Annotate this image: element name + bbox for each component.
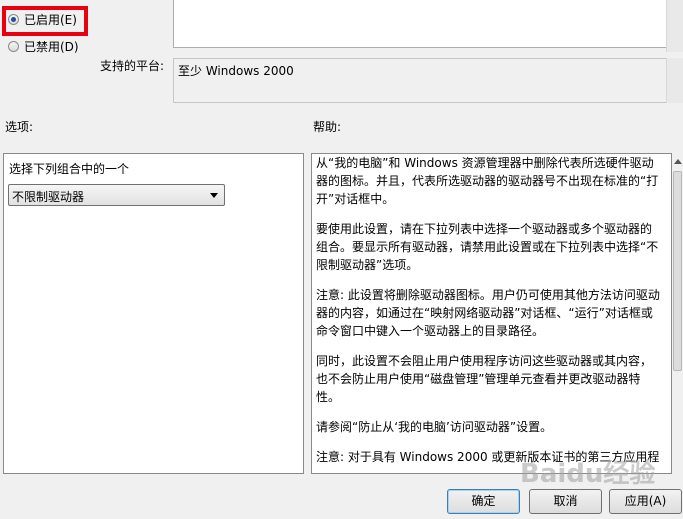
red-highlight-box: [2, 6, 88, 36]
disabled-radio-option[interactable]: 已禁用(D): [8, 38, 79, 54]
scroll-up-icon[interactable]: [674, 159, 682, 164]
combo-label: 选择下列组合中的一个: [9, 162, 130, 176]
disabled-radio-button[interactable]: [8, 40, 19, 52]
help-heading: 帮助:: [313, 120, 342, 134]
help-paragraph: 从“我的电脑”和 Windows 资源管理器中删除代表所选硬件驱动器的图标。并且…: [316, 156, 659, 206]
help-paragraph: 同时，此设置不会阻止用户使用程序访问这些驱动器或其内容，也不会防止用户使用“磁盘…: [316, 354, 653, 404]
cancel-button[interactable]: 取消: [529, 489, 602, 514]
comment-scrollbar[interactable]: [666, 0, 683, 52]
scroll-thumb[interactable]: [673, 171, 682, 371]
platform-scrollbar[interactable]: [666, 58, 683, 103]
platform-value: 至少 Windows 2000: [178, 64, 294, 78]
watermark-text: Baidu经验: [520, 459, 656, 489]
disabled-radio-label: 已禁用(D): [24, 39, 79, 54]
apply-button[interactable]: 应用(A): [609, 489, 682, 514]
help-paragraph: 注意: 此设置将删除驱动器图标。用户仍可使用其他方法访问驱动器的内容，如通过在“…: [316, 288, 660, 338]
options-heading: 选项:: [5, 120, 34, 134]
help-scrollbar[interactable]: [672, 153, 683, 474]
help-text: 从“我的电脑”和 Windows 资源管理器中删除代表所选硬件驱动器的图标。并且…: [316, 154, 660, 478]
ok-button[interactable]: 确定: [447, 489, 520, 514]
comment-textbox[interactable]: [173, 0, 667, 48]
help-paragraph: 要使用此设置，请在下拉列表中选择一个驱动器或多个驱动器的组合。要显示所有驱动器，…: [316, 222, 659, 272]
platform-label: 支持的平台:: [100, 59, 165, 73]
help-pane: 从“我的电脑”和 Windows 资源管理器中删除代表所选硬件驱动器的图标。并且…: [311, 153, 672, 474]
chevron-down-icon: [210, 193, 218, 198]
drive-restriction-dropdown[interactable]: 不限制驱动器: [8, 184, 225, 206]
help-paragraph: 请参阅“防止从‘我的电脑’访问驱动器”设置。: [316, 420, 553, 434]
dropdown-value: 不限制驱动器: [12, 190, 85, 204]
